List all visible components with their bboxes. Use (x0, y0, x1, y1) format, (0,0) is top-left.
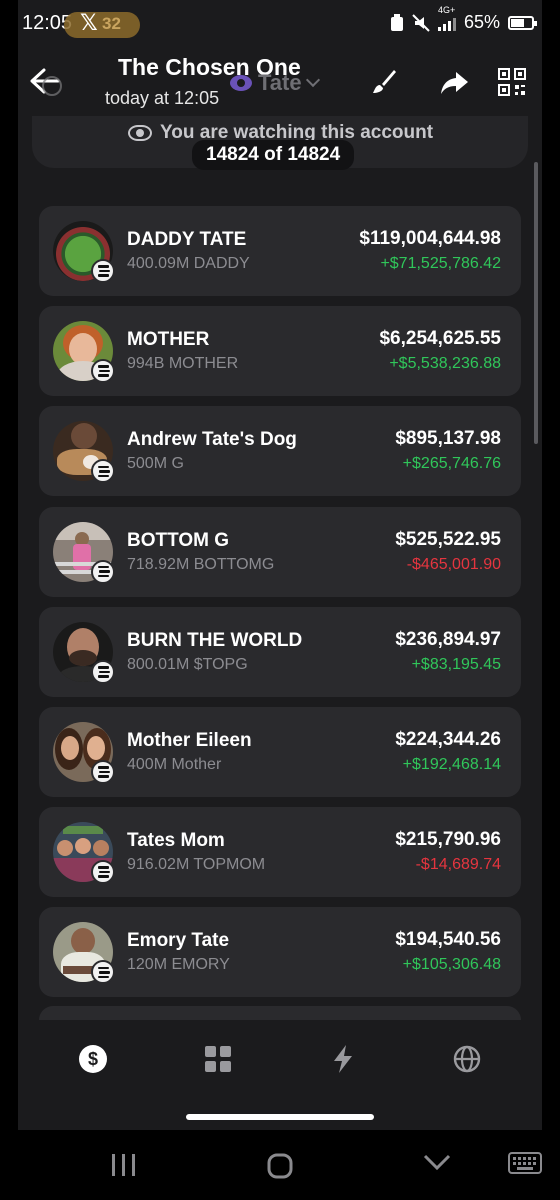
token-change: +$83,195.45 (411, 655, 501, 673)
network-type: 4G+ (437, 4, 456, 15)
x-app-icon: 𝕏 (80, 10, 98, 35)
token-row[interactable]: BURN THE WORLD 800.01M $TOPG $236,894.97… (39, 606, 521, 697)
solana-icon (91, 960, 115, 985)
token-row[interactable]: Tates Mom 916.02M TOPMOM $215,790.96 -$1… (39, 807, 521, 898)
scrollbar[interactable] (534, 162, 538, 444)
eye-icon (230, 75, 252, 91)
chevron-down-icon (305, 72, 320, 88)
back-chevron-icon[interactable] (422, 1152, 452, 1172)
token-list: DADDY TATE 400.09M DADDY $119,004,644.98… (39, 206, 521, 1008)
token-row[interactable]: Andrew Tate's Dog 500M G $895,137.98 +$2… (39, 406, 521, 497)
gear-icon (42, 76, 62, 96)
solana-icon (91, 659, 115, 684)
token-amount: 994B MOTHER (127, 355, 239, 373)
battery-icon (508, 15, 537, 30)
home-icon[interactable] (266, 1152, 294, 1180)
token-row[interactable]: BOTTOM G 718.92M BOTTOMG $525,522.95 -$4… (39, 506, 521, 597)
token-value: $224,344.26 (395, 728, 501, 750)
token-change: +$105,306.48 (402, 956, 501, 974)
token-change: -$14,689.74 (415, 856, 501, 874)
qr-code-icon[interactable] (496, 66, 528, 98)
token-name: DADDY TATE (127, 229, 247, 250)
lightning-icon[interactable] (328, 1044, 358, 1074)
tab-bar: $ (18, 1020, 542, 1130)
solana-icon (91, 359, 115, 384)
android-nav-bar (0, 1130, 560, 1200)
token-row[interactable]: DADDY TATE 400.09M DADDY $119,004,644.98… (39, 206, 521, 296)
page-subtitle: today at 12:05 (105, 88, 220, 108)
token-amount: 400.09M DADDY (127, 255, 250, 272)
grid-icon[interactable] (203, 1044, 233, 1074)
solana-icon (91, 559, 115, 584)
solana-icon (91, 860, 115, 885)
token-row[interactable]: Emory Tate 120M EMORY $194,540.56 +$105,… (39, 907, 521, 998)
share-icon[interactable] (438, 66, 470, 98)
token-value: $895,137.98 (395, 428, 501, 450)
battery-saver-icon (390, 13, 403, 31)
token-amount: 400M Mother (127, 755, 222, 773)
account-switcher[interactable]: Tate (230, 70, 320, 96)
signal-icon: 4G+ (437, 5, 456, 31)
item-counter: 14824 of 14824 (192, 140, 355, 170)
token-name: BURN THE WORLD (127, 629, 303, 651)
mute-icon (412, 13, 430, 32)
token-row[interactable]: Mother Eileen 400M Mother $224,344.26 +$… (39, 706, 521, 797)
solana-icon (91, 259, 115, 283)
solana-icon (91, 759, 115, 784)
token-name: BOTTOM G (127, 529, 230, 551)
token-name: Mother Eileen (127, 729, 252, 751)
keyboard-icon[interactable] (508, 1152, 542, 1174)
token-change: +$192,468.14 (402, 755, 501, 773)
token-name: MOTHER (127, 329, 210, 351)
token-value: $119,004,644.98 (359, 228, 501, 249)
token-value: $6,254,625.55 (379, 328, 501, 350)
token-row[interactable]: MOTHER 994B MOTHER $6,254,625.55 +$5,538… (39, 306, 521, 397)
status-icons: 4G+ 65% (390, 5, 537, 33)
token-amount: 916.02M TOPMOM (127, 856, 266, 874)
token-amount: 120M EMORY (127, 956, 230, 974)
home-indicator[interactable] (186, 1114, 374, 1120)
token-amount: 718.92M BOTTOMG (127, 555, 275, 573)
svg-text:$: $ (88, 1049, 98, 1069)
eye-icon (128, 125, 152, 141)
token-name: Emory Tate (127, 930, 230, 952)
battery-percent: 65% (463, 12, 500, 32)
app-screen: 12:05 𝕏 32 4G+ 65% The Chosen One today … (18, 0, 542, 1130)
token-change: +$5,538,236.88 (389, 355, 501, 373)
token-amount: 800.01M $TOPG (127, 655, 248, 673)
status-bar: 12:05 𝕏 32 4G+ 65% (18, 0, 542, 48)
token-name: Tates Mom (127, 830, 225, 852)
token-change: +$265,746.76 (402, 455, 501, 473)
brush-icon[interactable] (368, 66, 400, 98)
token-value: $525,522.95 (395, 528, 501, 550)
solana-icon (91, 459, 115, 484)
notification-badge: 32 (102, 14, 121, 33)
account-name: Tate (258, 70, 302, 95)
recents-icon[interactable] (110, 1152, 138, 1178)
token-change: +$71,525,786.42 (380, 255, 501, 272)
token-change: -$465,001.90 (406, 555, 501, 573)
token-value: $236,894.97 (395, 628, 501, 650)
header: The Chosen One today at 12:05 Tate (18, 48, 542, 118)
globe-icon[interactable] (452, 1044, 482, 1074)
token-value: $215,790.96 (395, 829, 501, 851)
token-amount: 500M G (127, 455, 184, 473)
token-name: Andrew Tate's Dog (127, 429, 297, 451)
token-value: $194,540.56 (395, 929, 501, 951)
dollar-icon[interactable]: $ (78, 1044, 108, 1074)
